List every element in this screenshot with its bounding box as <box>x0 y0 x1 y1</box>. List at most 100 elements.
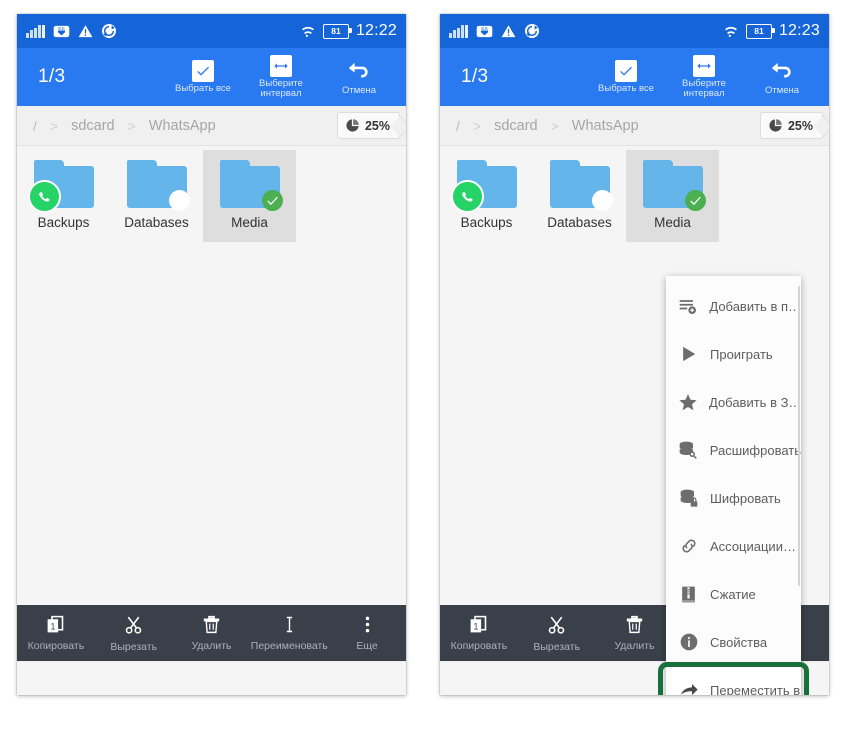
folder-icon <box>126 160 190 211</box>
zip-icon <box>678 585 699 604</box>
breadcrumb-separator: > <box>472 117 482 134</box>
storage-indicator[interactable]: 25% <box>759 112 823 139</box>
action-button-0[interactable]: Выбрать все <box>164 48 242 106</box>
wifi-icon <box>723 23 739 39</box>
status-icons-right: 81 12:22 <box>300 22 397 40</box>
status-icons-left: ES <box>26 23 117 40</box>
menu-item-2[interactable]: Добавить в З… <box>666 378 801 426</box>
info-icon <box>678 632 699 652</box>
action-button-2[interactable]: Отмена <box>320 48 398 106</box>
battery-level: 81 <box>331 25 341 36</box>
menu-item-label: Ассоциации… <box>710 538 796 554</box>
trash-icon <box>201 614 222 635</box>
horizontal-arrows-icon <box>270 54 292 77</box>
status-bar: ES 81 12:22 <box>17 14 406 48</box>
toolbar-button-label: Копировать <box>450 640 508 652</box>
selection-count: 1/3 <box>38 66 66 87</box>
file-name: Media <box>654 215 691 230</box>
menu-item-0[interactable]: Добавить в п… <box>666 282 801 330</box>
selection-count: 1/3 <box>461 66 489 87</box>
status-time: 12:22 <box>355 22 397 39</box>
whatsapp-icon <box>450 180 484 213</box>
file-item[interactable]: Databases <box>533 150 626 242</box>
menu-item-3[interactable]: Расшифровать <box>666 426 801 474</box>
file-item[interactable]: Media <box>626 150 719 242</box>
toolbar-button-2[interactable]: Удалить <box>596 605 674 661</box>
svg-text:ES: ES <box>481 26 488 32</box>
storage-percent: 25% <box>787 118 813 133</box>
breadcrumb-item-sdcard[interactable]: sdcard <box>494 118 538 134</box>
star-icon <box>678 392 698 412</box>
breadcrumb: / > sdcard > WhatsApp 25% <box>440 106 829 146</box>
toolbar-button-label: Удалить <box>614 640 655 652</box>
menu-item-label: Свойства <box>710 634 768 650</box>
storage-indicator[interactable]: 25% <box>336 112 400 139</box>
action-button-2[interactable]: Отмена <box>743 48 821 106</box>
file-name: Databases <box>547 215 612 230</box>
status-bar: ES 81 12:23 <box>440 14 829 48</box>
status-icons-right: 81 12:23 <box>723 22 820 40</box>
blank-icon <box>591 190 613 211</box>
file-grid: Backups Databases Media <box>17 146 406 242</box>
status-time: 12:23 <box>778 22 820 39</box>
menu-item-label: Расшифровать <box>709 442 801 458</box>
folder-icon <box>450 160 517 213</box>
signal-bars-icon <box>26 24 45 38</box>
check-circle-icon <box>684 190 706 211</box>
signal-bars-icon <box>449 24 468 38</box>
toolbar-button-label: Вырезать <box>110 640 158 653</box>
menu-item-8[interactable]: Переместить в <box>658 662 809 696</box>
breadcrumb-item-sdcard[interactable]: sdcard <box>71 118 115 134</box>
database-lock-icon <box>678 488 699 508</box>
menu-item-label: Добавить в З… <box>709 394 802 410</box>
storage-percent: 25% <box>364 118 390 133</box>
checkbox-checked-icon <box>615 59 637 82</box>
action-button-0[interactable]: Выбрать все <box>587 48 665 106</box>
file-item[interactable]: Backups <box>440 150 533 242</box>
toolbar-button-1[interactable]: Вырезать <box>518 605 596 661</box>
sync-icon <box>524 23 540 39</box>
link-icon <box>678 536 699 556</box>
menu-item-6[interactable]: Сжатие <box>666 570 801 618</box>
menu-item-label: Добавить в п… <box>709 298 801 314</box>
toolbar-button-0[interactable]: 1 Копировать <box>440 605 518 661</box>
screenshot-root: ES 81 12:22 1/3 Выбрать все Выберите интервал… <box>0 0 846 729</box>
copy-icon: 1 <box>468 614 489 635</box>
menu-item-4[interactable]: Шифровать <box>666 474 801 522</box>
folder-icon <box>642 160 706 211</box>
folder-icon <box>549 160 613 211</box>
svg-text:ES: ES <box>58 26 65 32</box>
toolbar-button-3[interactable]: Переименовать <box>250 605 328 661</box>
move-arrow-icon <box>678 680 699 696</box>
breadcrumb-item-whatsapp[interactable]: WhatsApp <box>572 118 639 134</box>
toolbar-button-4[interactable]: Еще <box>328 605 406 661</box>
menu-item-7[interactable]: Свойства <box>666 618 801 666</box>
file-name: Backups <box>37 215 90 230</box>
action-button-label: Выберите интервал <box>682 77 726 99</box>
breadcrumb-separator: > <box>127 117 136 134</box>
file-item[interactable]: Databases <box>110 150 203 242</box>
menu-item-1[interactable]: Проиграть <box>666 330 801 378</box>
action-bar: 1/3 Выбрать все Выберите интервал Отмена <box>17 48 406 106</box>
battery-level: 81 <box>754 25 764 36</box>
action-button-label: Отмена <box>341 84 377 96</box>
bottom-toolbar: 1 Копировать Вырезать Удалить Переименовать Е… <box>17 605 406 661</box>
wifi-icon <box>300 23 316 39</box>
toolbar-button-1[interactable]: Вырезать <box>95 605 173 661</box>
file-item[interactable]: Media <box>203 150 296 242</box>
action-button-1[interactable]: Выберите интервал <box>665 48 743 106</box>
warning-triangle-icon <box>78 24 93 39</box>
file-item[interactable]: Backups <box>17 150 110 242</box>
action-button-1[interactable]: Выберите интервал <box>242 48 320 106</box>
file-grid: Backups Databases Media <box>440 146 829 242</box>
file-name: Databases <box>124 215 189 230</box>
toolbar-button-2[interactable]: Удалить <box>173 605 251 661</box>
scissors-icon <box>546 614 567 636</box>
breadcrumb-item-whatsapp[interactable]: WhatsApp <box>149 118 216 134</box>
trash-icon <box>624 614 645 635</box>
toolbar-button-label: Копировать <box>27 640 85 652</box>
undo-arrow-icon <box>769 58 795 84</box>
toolbar-button-0[interactable]: 1 Копировать <box>17 605 95 661</box>
menu-item-5[interactable]: Ассоциации… <box>666 522 801 570</box>
menu-scrollbar[interactable] <box>797 286 800 586</box>
